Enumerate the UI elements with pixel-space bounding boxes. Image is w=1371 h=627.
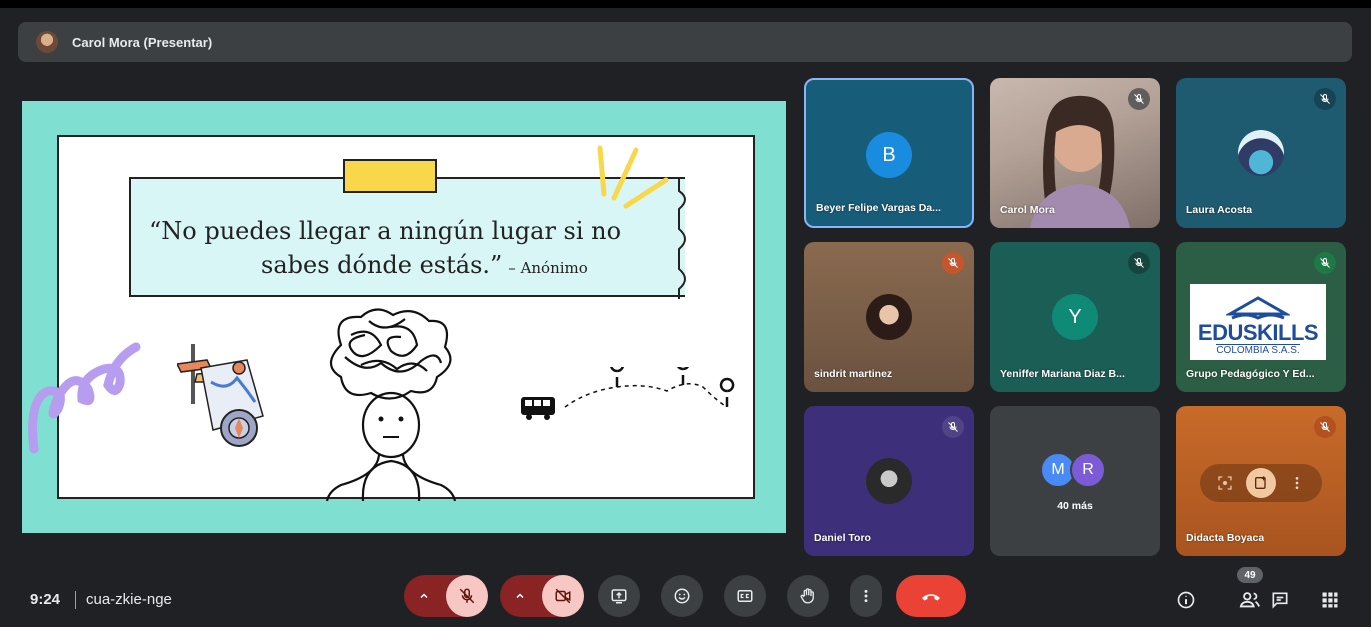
ticket-edge-decoration [678, 179, 686, 299]
overwhelmed-person-illustration [325, 308, 457, 501]
mic-off-icon [1314, 416, 1336, 438]
shared-screen: “No puedes llegar a ningún lugar si no s… [22, 101, 786, 533]
mic-off-icon [1314, 88, 1336, 110]
logo-subtitle: COLOMBIA S.A.S. [1216, 344, 1300, 356]
sparkle-decoration [597, 145, 669, 209]
mic-off-icon [942, 416, 964, 438]
tape-decoration [343, 159, 437, 193]
participant-tile[interactable]: Didacta Boyaca [1176, 406, 1346, 556]
mic-off-icon [1128, 252, 1150, 274]
avatar [1238, 130, 1284, 176]
presenter-avatar [36, 31, 58, 53]
more-count-label: 40 más [1057, 500, 1093, 512]
top-strip [0, 0, 1371, 8]
quote-line-2-text: sabes dónde estás.” [261, 251, 503, 279]
mic-off-icon[interactable] [446, 575, 488, 617]
mic-off-icon [1314, 252, 1336, 274]
avatar [866, 294, 912, 340]
pin-icon[interactable] [1246, 468, 1276, 498]
tile-hover-controls [1200, 464, 1322, 502]
eduskills-logo: EDUSKILLS COLOMBIA S.A.S. [1190, 284, 1326, 360]
end-call-icon[interactable] [896, 575, 966, 617]
participant-name: Daniel Toro [814, 532, 871, 544]
bus-route-illustration [521, 367, 735, 420]
participant-tile[interactable]: Carol Mora [990, 78, 1160, 228]
camera-options-chevron-icon[interactable] [510, 586, 530, 606]
participant-tile[interactable]: B Beyer Felipe Vargas Da... [804, 78, 974, 228]
participant-tile[interactable]: Y Yeniffer Mariana Diaz B... [990, 242, 1160, 392]
chat-icon[interactable] [1268, 588, 1292, 612]
quote-author: – Anónimo [508, 259, 588, 277]
participant-count-badge: 49 [1237, 567, 1263, 583]
bottom-toolbar: 9:24 cua-zkie-nge [0, 571, 1371, 627]
activities-icon[interactable] [1318, 588, 1342, 612]
more-participants-tile[interactable]: M R 40 más [990, 406, 1160, 556]
logo-title: EDUSKILLS [1197, 320, 1319, 345]
mic-options-chevron-icon[interactable] [414, 586, 434, 606]
squiggle-decoration [28, 342, 141, 454]
raise-hand-icon[interactable] [787, 575, 829, 617]
avatar: R [1070, 452, 1106, 488]
avatar: Y [1052, 294, 1098, 340]
participant-name: Grupo Pedagógico Y Ed... [1186, 368, 1315, 380]
participant-name: sindrit martinez [814, 368, 893, 380]
participant-name: Beyer Felipe Vargas Da... [816, 202, 941, 214]
clock: 9:24 [30, 591, 61, 608]
mic-control [404, 575, 488, 617]
video-off-icon[interactable] [542, 575, 584, 617]
camera-control [500, 575, 584, 617]
participant-tile[interactable]: EDUSKILLS COLOMBIA S.A.S. Grupo Pedagógi… [1176, 242, 1346, 392]
avatar [866, 458, 912, 504]
participant-name: Carol Mora [1000, 204, 1055, 216]
people-icon[interactable] [1238, 588, 1262, 612]
mic-off-icon [1128, 88, 1150, 110]
meeting-code: cua-zkie-nge [86, 591, 172, 608]
info-icon[interactable] [1174, 588, 1198, 612]
participant-name: Didacta Boyaca [1186, 532, 1265, 544]
presenter-bar: Carol Mora (Presentar) [18, 22, 1352, 62]
presenter-name: Carol Mora (Presentar) [72, 34, 213, 50]
participant-tile[interactable]: Daniel Toro [804, 406, 974, 556]
slide-canvas: “No puedes llegar a ningún lugar si no s… [57, 135, 755, 501]
participant-name: Laura Acosta [1186, 204, 1253, 216]
participant-name: Yeniffer Mariana Diaz B... [1000, 368, 1125, 380]
map-compass-illustration [177, 344, 264, 447]
participant-tile[interactable]: sindrit martinez [804, 242, 974, 392]
quote-line-2: sabes dónde estás.” – Anónimo [261, 251, 588, 279]
present-icon[interactable] [598, 575, 640, 617]
frame-icon[interactable] [1212, 470, 1238, 496]
more-vert-icon[interactable] [1284, 470, 1310, 496]
emoji-icon[interactable] [661, 575, 703, 617]
more-options-icon[interactable] [850, 575, 882, 617]
participant-tile[interactable]: Laura Acosta [1176, 78, 1346, 228]
captions-icon[interactable] [724, 575, 766, 617]
book-icon [1226, 296, 1290, 320]
divider [75, 591, 76, 609]
avatar: B [866, 132, 912, 178]
quote-line-1: “No puedes llegar a ningún lugar si no [149, 217, 622, 245]
mic-off-icon [942, 252, 964, 274]
